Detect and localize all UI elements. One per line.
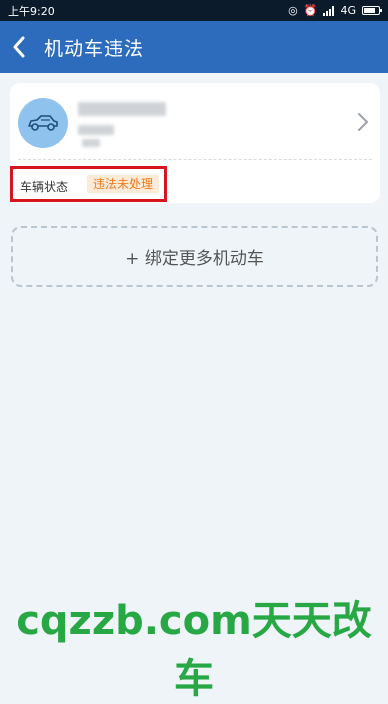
bind-more-vehicles-label: + 绑定更多机动车 [125,249,264,269]
car-icon [28,115,58,131]
alarm-icon: ⏰ [303,4,318,17]
back-button[interactable] [12,36,34,58]
battery-icon [362,6,382,15]
card-divider [18,159,372,160]
page-title: 机动车违法 [44,37,145,60]
plate-number-redacted [78,102,166,116]
status-bar: 上午9:20 ◎ ⏰ 4G [0,0,388,21]
status-icons: ◎ ⏰ 4G [288,4,382,17]
status-time: 上午9:20 [8,4,55,18]
vehicle-info-redacted [78,125,114,135]
network-type: 4G [340,4,356,17]
title-bar: 机动车违法 [0,21,388,73]
chevron-right-icon [358,113,368,131]
bind-more-vehicles-button[interactable]: + 绑定更多机动车 [11,226,378,287]
wifi-icon: ◎ [288,4,298,17]
vehicle-info-redacted-2 [82,139,100,147]
signal-icon [323,5,335,16]
chevron-left-icon [13,36,25,58]
status-highlight-box [10,166,167,202]
car-avatar [18,98,68,148]
watermark: cqzzb.com天天改车 [16,598,372,702]
